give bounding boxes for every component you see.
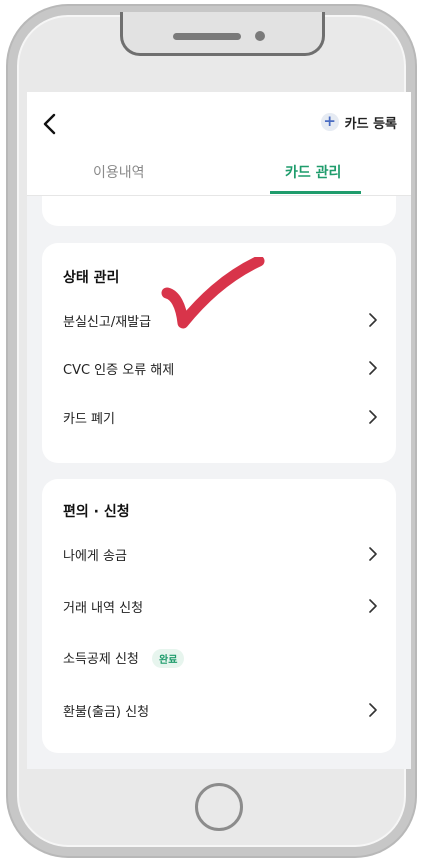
chevron-right-icon — [369, 313, 377, 327]
row-label-group: 소득공제 신청 완료 — [63, 648, 185, 668]
active-tab-indicator — [270, 191, 361, 194]
row-label: 거래 내역 신청 — [63, 600, 144, 616]
chevron-left-icon[interactable] — [40, 112, 60, 136]
top-header: + 카드 등록 이용내역 카드 관리 — [27, 92, 411, 196]
chevron-right-icon — [369, 547, 377, 561]
red-checkmark-annotation — [161, 257, 265, 329]
convenience-application-card: 편의 · 신청 나에게 송금 거래 내역 신청 소득공제 신청 완료 환불(출금… — [42, 479, 396, 753]
card-register-label: 카드 등록 — [344, 116, 397, 132]
row-label: CVC 인증 오류 해제 — [63, 362, 175, 378]
row-label: 나에게 송금 — [63, 548, 127, 564]
home-button[interactable] — [195, 783, 243, 831]
previous-card-bottom — [42, 196, 396, 226]
tab-card-management[interactable]: 카드 관리 — [285, 162, 341, 182]
income-deduction-row[interactable]: 소득공제 신청 완료 — [42, 641, 396, 675]
speaker-grille — [173, 33, 241, 40]
row-label: 분실신고/재발급 — [63, 314, 152, 330]
transaction-history-request-row[interactable]: 거래 내역 신청 — [42, 589, 396, 623]
status-badge: 완료 — [152, 649, 185, 668]
cvc-error-release-row[interactable]: CVC 인증 오류 해제 — [42, 351, 396, 385]
tab-usage-history[interactable]: 이용내역 — [93, 162, 145, 182]
card-register-button[interactable]: + 카드 등록 — [320, 111, 397, 133]
card-disposal-row[interactable]: 카드 폐기 — [42, 400, 396, 434]
front-camera — [255, 31, 265, 41]
row-label: 환불(출금) 신청 — [63, 704, 150, 720]
chevron-right-icon — [369, 410, 377, 424]
app-screen: + 카드 등록 이용내역 카드 관리 상태 관리 분실신고/재발급 CVC 인증… — [27, 92, 411, 769]
chevron-right-icon — [369, 599, 377, 613]
plus-circle-icon: + — [320, 113, 339, 131]
chevron-right-icon — [369, 361, 377, 375]
chevron-right-icon — [369, 703, 377, 717]
service-section-title: 편의 · 신청 — [63, 504, 130, 520]
send-to-me-row[interactable]: 나에게 송금 — [42, 537, 396, 571]
status-section-title: 상태 관리 — [63, 270, 120, 286]
refund-withdrawal-row[interactable]: 환불(출금) 신청 — [42, 693, 396, 727]
row-label: 소득공제 신청 — [63, 652, 139, 667]
row-label: 카드 폐기 — [63, 411, 115, 427]
